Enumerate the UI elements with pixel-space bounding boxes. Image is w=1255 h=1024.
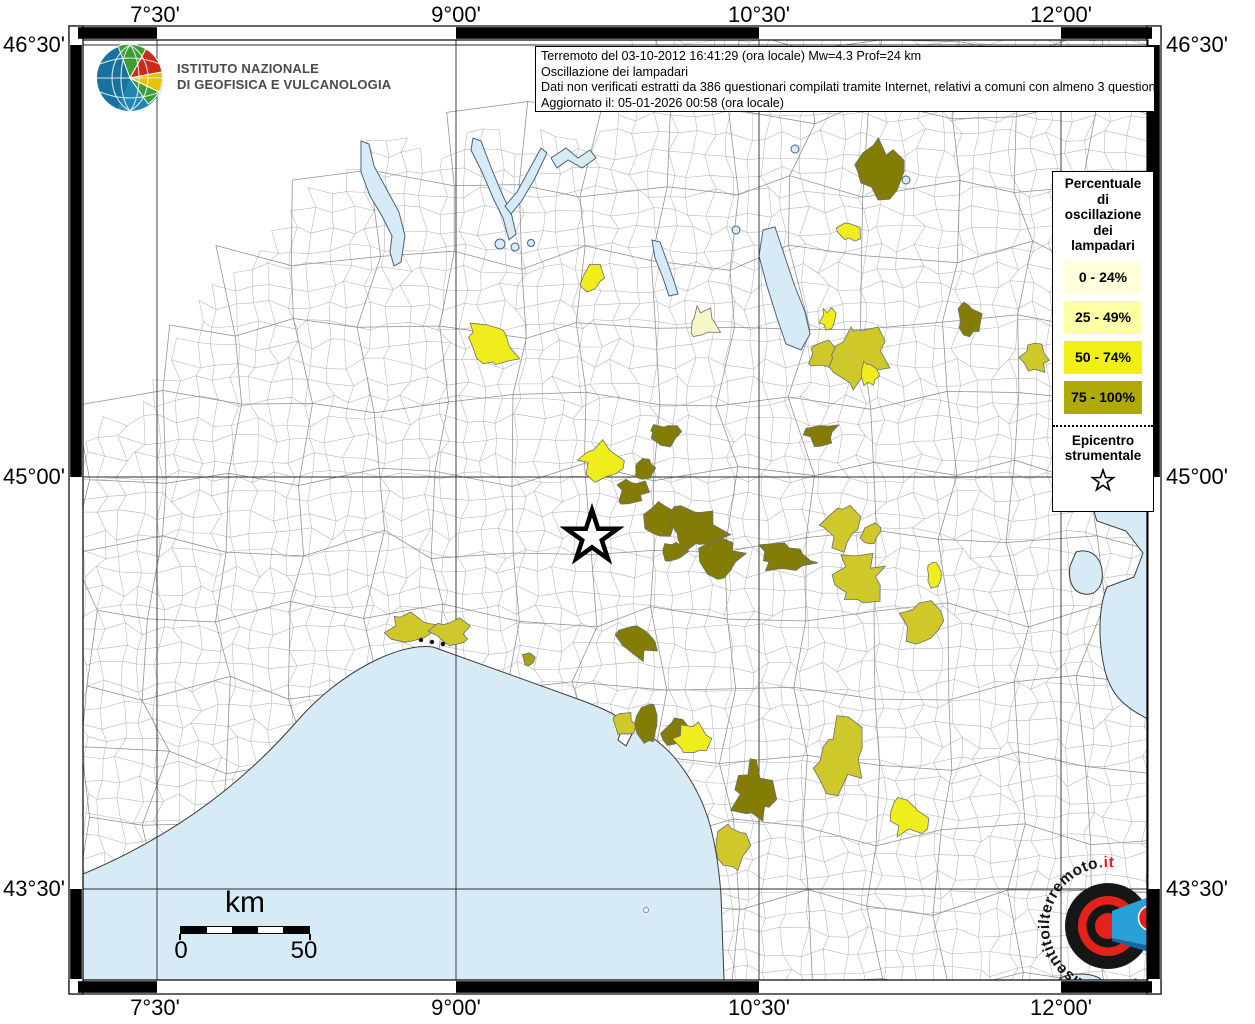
scalebar-end-label: 50 [290, 937, 318, 964]
comacchio-lagoon [1069, 550, 1103, 595]
legend-star-wrap [1053, 466, 1153, 499]
info-line-effect: Oscillazione dei lampadari [541, 64, 688, 79]
right-label-1: 46°30' [1166, 32, 1228, 57]
bottom-label-4: 12°00' [1030, 995, 1092, 1020]
legend-swatch-0-24: 0 - 24% [1064, 260, 1142, 294]
epicenter-star-icon [1090, 466, 1116, 492]
small-lake [790, 144, 800, 154]
legend-swatch-25-49: 25 - 49% [1064, 300, 1142, 334]
small-lake [731, 225, 741, 235]
ingv-name-line1: ISTITUTO NAZIONALE [177, 61, 320, 76]
top-label-4: 12°00' [1030, 2, 1092, 27]
top-label-1: 7°30' [130, 2, 180, 27]
bottom-label-2: 9°00' [431, 995, 481, 1020]
scalebar [180, 926, 310, 934]
top-label-2: 9°00' [431, 2, 481, 27]
small-lake [901, 175, 911, 185]
scalebar-start-label: 0 [174, 937, 188, 964]
map-canvas: ?www.haisentitoilterremoto.it [68, 25, 1162, 995]
legend-title: Percentuale [1064, 176, 1142, 191]
city-dot [418, 637, 424, 643]
left-label-1: 46°30' [3, 32, 65, 57]
left-label-3: 43°30' [3, 876, 65, 901]
islet [643, 907, 649, 913]
earthquake-info-box: Terremoto del 03-10-2012 16:41:29 (ora l… [535, 46, 1155, 112]
legend-box: Percentuale di oscillazione dei lampadar… [1052, 171, 1154, 512]
info-line-updated: Aggiornato il: 05-01-2026 00:58 (ora loc… [541, 95, 784, 110]
city-dot [440, 641, 446, 647]
info-line-source: Dati non verificati estratti da 386 ques… [541, 80, 1155, 95]
legend-epicenter-label: Epicentro [1071, 432, 1135, 448]
macroseismic-map-page: ?www.haisentitoilterremoto.it 7°30' 9°00… [0, 0, 1255, 1024]
small-lake [494, 238, 506, 250]
legend-swatch-75-100: 75 - 100% [1064, 380, 1142, 414]
right-label-3: 43°30' [1166, 876, 1228, 901]
bottom-label-3: 10°30' [728, 995, 790, 1020]
right-label-2: 45°00' [1166, 464, 1228, 489]
top-label-3: 10°30' [728, 2, 790, 27]
ingv-logo-text: ISTITUTO NAZIONALE DI GEOFISICA E VULCAN… [177, 61, 391, 92]
legend-divider [1053, 424, 1153, 427]
small-lake [527, 239, 535, 247]
small-lake [510, 242, 520, 252]
scalebar-unit: km [225, 886, 265, 919]
ingv-name-line2: DI GEOFISICA E VULCANOLOGIA [177, 76, 392, 92]
bottom-label-1: 7°30' [130, 995, 180, 1020]
left-label-2: 45°00' [3, 464, 65, 489]
legend-swatch-50-74: 50 - 74% [1064, 340, 1142, 374]
info-line-event: Terremoto del 03-10-2012 16:41:29 (ora l… [541, 49, 922, 63]
city-dot [429, 639, 435, 645]
